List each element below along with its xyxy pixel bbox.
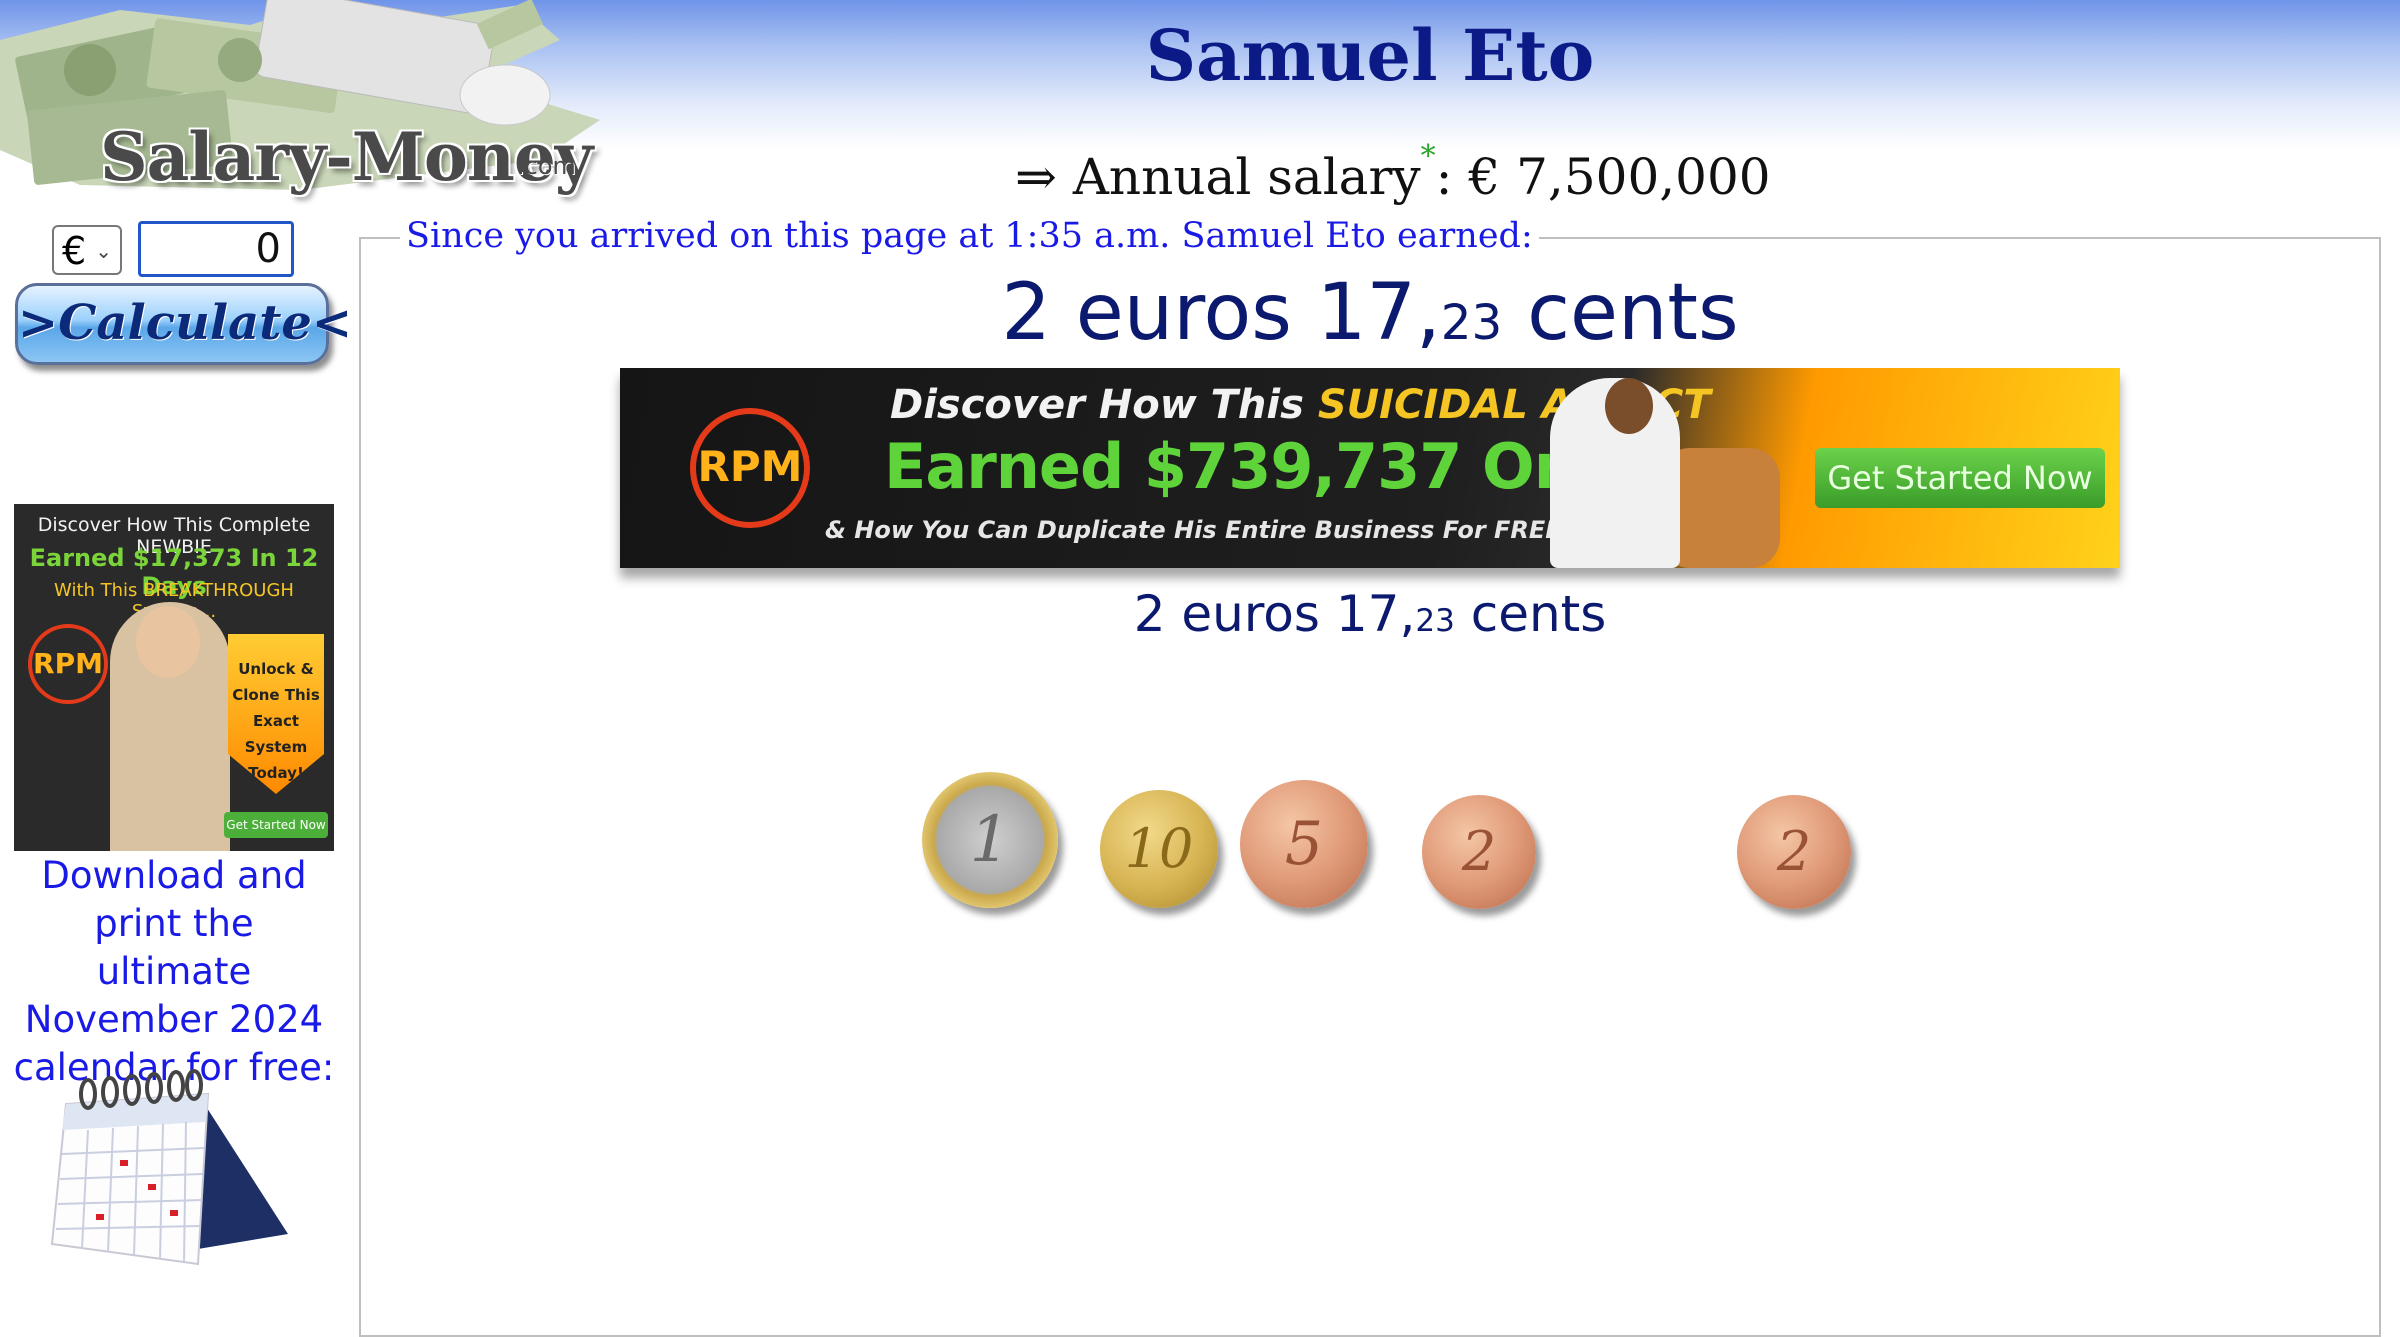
side-advertisement[interactable]: Discover How This Complete NEWBIE Earned…	[14, 504, 334, 851]
annual-salary-line: ⇒ Annual salary*: € 7,500,000	[1015, 139, 1771, 206]
coin-label: 10	[1124, 817, 1194, 880]
arrow-icon: ⇒	[1015, 148, 1057, 206]
banner-ad-line1-a: Discover How This	[890, 382, 1318, 428]
coin-label: 2	[1461, 820, 1497, 883]
earned-cents-word: cents	[1502, 268, 1739, 358]
coin-label: 1	[969, 803, 1011, 877]
earned-cents-word: cents	[1454, 585, 1607, 643]
coin-label: 5	[1284, 809, 1324, 879]
earned-euros: 2 euros 17,	[1133, 585, 1416, 643]
coin-10-cent-icon: 10	[1100, 790, 1218, 908]
earned-euros: 2 euros 17,	[1001, 268, 1441, 358]
salary-label: Annual salary	[1072, 148, 1421, 206]
calendar-promo-link[interactable]: Download and print the ultimate November…	[12, 852, 336, 1092]
logo-suffix: .com	[517, 152, 576, 180]
banner-ad-button[interactable]: Get Started Now	[1815, 448, 2105, 508]
salary-footnote-marker[interactable]: *	[1421, 139, 1436, 174]
earned-cents-value: 23	[1440, 295, 1503, 351]
rpm-logo-icon: RPM	[690, 408, 810, 528]
earned-amount-large: 2 euros 17,23 cents	[0, 268, 2400, 358]
earned-cents-value: 23	[1415, 603, 1455, 639]
earned-amount-small: 2 euros 17,23 cents	[0, 585, 2400, 643]
side-ad-button[interactable]: Get Started Now	[224, 812, 328, 838]
coin-2-cent-icon: 2	[1422, 795, 1536, 909]
coin-2-cent-icon: 2	[1737, 795, 1851, 909]
salary-separator: :	[1435, 148, 1453, 206]
coin-label: 2	[1776, 820, 1812, 883]
currency-selected-value: €	[62, 229, 87, 273]
calendar-icon[interactable]	[48, 1064, 298, 1274]
page-title: Samuel Eto	[1145, 14, 1595, 97]
salary-value: € 7,500,000	[1468, 148, 1771, 206]
earnings-legend: Since you arrived on this page at 1:35 a…	[400, 216, 1539, 256]
banner-ad-line3: & How You Can Duplicate His Entire Busin…	[825, 516, 1590, 544]
coin-1-euro-icon: 1	[922, 772, 1058, 908]
banner-ad-person-head	[1605, 378, 1653, 434]
banner-advertisement[interactable]: RPM Discover How This SUICIDAL ADDICT Ea…	[620, 368, 2120, 568]
side-ad-arrow-text: Unlock & Clone This Exact System Today!	[228, 634, 324, 794]
coin-5-cent-icon: 5	[1240, 780, 1368, 908]
